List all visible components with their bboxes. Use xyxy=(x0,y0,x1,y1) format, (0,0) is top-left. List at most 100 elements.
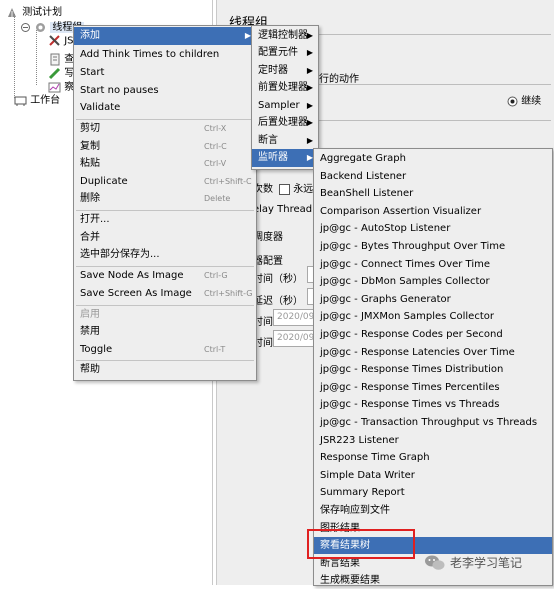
listener-item-label: jp@gc - AutoStop Listener xyxy=(320,223,451,235)
listener-item[interactable]: jp@gc - Response Times vs Threads xyxy=(314,396,552,413)
checkbox-box-icon xyxy=(279,183,290,195)
menu-item-copy[interactable]: 复制 Ctrl-C xyxy=(74,138,256,156)
tree-node-workbench[interactable]: 工作台 xyxy=(14,91,60,107)
menu-item-delete[interactable]: 删除 Delete xyxy=(74,190,256,208)
menu-item-label: Start no pauses xyxy=(80,85,159,96)
submenu-arrow-icon: ▶ xyxy=(306,101,313,110)
listener-item[interactable]: jp@gc - Graphs Generator xyxy=(314,291,552,308)
context-menu: 添加 ▶ Add Think Times to children Start St… xyxy=(73,25,257,381)
menu-item-add[interactable]: 添加 ▶ xyxy=(74,27,256,45)
listener-item[interactable]: jp@gc - DbMon Samples Collector xyxy=(314,273,552,290)
tools-icon xyxy=(49,35,60,46)
menu-item-save-selection-as[interactable]: 选中部分保存为... xyxy=(74,246,256,264)
listener-item[interactable]: 生成概要结果 xyxy=(314,572,552,589)
submenu-item-listener[interactable]: 监听器 ▶ xyxy=(252,149,318,167)
menu-item-open[interactable]: 打开... xyxy=(74,211,256,229)
menu-item-label: 前置处理器 xyxy=(258,82,308,93)
submenu-arrow-icon: ▶ xyxy=(306,83,313,92)
menu-item-validate[interactable]: Validate xyxy=(74,99,256,117)
menu-item-label: 合并 xyxy=(80,232,100,243)
gear-icon xyxy=(36,22,46,32)
listener-item[interactable]: jp@gc - JMXMon Samples Collector xyxy=(314,308,552,325)
submenu-arrow-icon: ▶ xyxy=(306,66,313,75)
listener-item[interactable]: jp@gc - Response Times Percentiles xyxy=(314,379,552,396)
listener-item-label: jp@gc - Graphs Generator xyxy=(320,293,451,305)
submenu-item-post-processor[interactable]: 后置处理器 ▶ xyxy=(252,114,318,132)
continue-radio[interactable]: 继续 xyxy=(507,92,541,107)
submenu-item-logic-controller[interactable]: 逻辑控制器 ▶ xyxy=(252,27,318,45)
menu-item-label: 启用 xyxy=(80,309,100,320)
menu-item-label: 剪切 xyxy=(80,123,100,134)
menu-item-help[interactable]: 帮助 xyxy=(74,361,256,379)
tree-node-test-plan[interactable]: 测试计划 xyxy=(6,3,62,19)
listener-item-label: Simple Data Writer xyxy=(320,469,415,481)
listener-item[interactable]: jp@gc - Response Latencies Over Time xyxy=(314,344,552,361)
menu-item-disable[interactable]: 禁用 xyxy=(74,323,256,341)
watermark-text: 老李学习笔记 xyxy=(450,556,523,570)
listener-item-label: jp@gc - Response Times vs Threads xyxy=(320,399,500,411)
submenu-arrow-icon: ▶ xyxy=(306,118,313,127)
menu-item-save-screen-as-image[interactable]: Save Screen As Image Ctrl+Shift-G xyxy=(74,285,256,303)
menu-item-label: 监听器 xyxy=(258,152,288,163)
annotation-highlight-box xyxy=(307,529,415,559)
menu-item-save-node-as-image[interactable]: Save Node As Image Ctrl-G xyxy=(74,267,256,285)
menu-item-label: 断言 xyxy=(258,135,278,146)
listener-item-label: jp@gc - DbMon Samples Collector xyxy=(320,276,490,288)
listener-item-label: 生成概要结果 xyxy=(320,575,380,587)
listener-item[interactable]: Response Time Graph xyxy=(314,449,552,466)
test-plan-icon xyxy=(8,7,16,17)
wechat-icon xyxy=(425,555,445,570)
listener-item[interactable]: jp@gc - Connect Times Over Time xyxy=(314,256,552,273)
tree-node-child-1[interactable]: JS xyxy=(48,34,73,47)
submenu-item-assertion[interactable]: 断言 ▶ xyxy=(252,132,318,150)
submenu-arrow-icon: ▶ xyxy=(306,31,313,40)
menu-item-label: Save Node As Image xyxy=(80,270,184,281)
menu-item-shortcut: Ctrl-X xyxy=(204,124,227,133)
listener-item[interactable]: Backend Listener xyxy=(314,168,552,185)
listener-item[interactable]: 保存响应到文件 xyxy=(314,502,552,519)
listener-item[interactable]: jp@gc - Bytes Throughput Over Time xyxy=(314,238,552,255)
menu-item-label: 选中部分保存为... xyxy=(80,249,160,260)
menu-item-shortcut: Ctrl-V xyxy=(204,159,227,168)
listener-item-label: 保存响应到文件 xyxy=(320,505,390,516)
menu-item-add-think-times[interactable]: Add Think Times to children xyxy=(74,46,256,64)
menu-item-label: Start xyxy=(80,67,105,78)
menu-item-label: Save Screen As Image xyxy=(80,288,192,299)
menu-item-toggle[interactable]: Toggle Ctrl-T xyxy=(74,341,256,359)
listener-item[interactable]: Summary Report xyxy=(314,484,552,501)
menu-item-label: 配置元件 xyxy=(258,47,298,58)
listener-item-label: Response Time Graph xyxy=(320,452,430,464)
menu-item-shortcut: Ctrl-T xyxy=(204,345,226,354)
collapse-toggle-icon[interactable] xyxy=(20,22,31,33)
menu-item-shortcut: Ctrl-C xyxy=(204,142,227,151)
tree-guide-line xyxy=(14,14,15,98)
menu-item-label: 复制 xyxy=(80,141,100,152)
forever-checkbox[interactable]: 永远 xyxy=(279,180,313,195)
menu-item-cut[interactable]: 剪切 Ctrl-X xyxy=(74,120,256,138)
listener-item[interactable]: JSR223 Listener xyxy=(314,432,552,449)
listener-item[interactable]: Simple Data Writer xyxy=(314,467,552,484)
submenu-item-sampler[interactable]: Sampler ▶ xyxy=(252,97,318,115)
radio-selected-icon xyxy=(507,96,518,106)
listener-item-label: jp@gc - JMXMon Samples Collector xyxy=(320,311,494,323)
listener-item[interactable]: Comparison Assertion Visualizer xyxy=(314,203,552,220)
menu-item-duplicate[interactable]: Duplicate Ctrl+Shift-C xyxy=(74,173,256,191)
menu-item-paste[interactable]: 粘贴 Ctrl-V xyxy=(74,155,256,173)
listener-item[interactable]: jp@gc - Response Times Distribution xyxy=(314,361,552,378)
listener-item-label: jp@gc - Transaction Throughput vs Thread… xyxy=(320,417,538,428)
submenu-item-config-element[interactable]: 配置元件 ▶ xyxy=(252,44,318,62)
listener-item[interactable]: Aggregate Graph xyxy=(314,150,552,167)
listener-item[interactable]: BeanShell Listener xyxy=(314,185,552,202)
menu-item-merge[interactable]: 合并 xyxy=(74,229,256,247)
submenu-item-pre-processor[interactable]: 前置处理器 ▶ xyxy=(252,79,318,97)
menu-item-start-no-pauses[interactable]: Start no pauses xyxy=(74,82,256,100)
listener-item[interactable]: jp@gc - Response Codes per Second xyxy=(314,326,552,343)
submenu-item-timer[interactable]: 定时器 ▶ xyxy=(252,62,318,80)
listener-submenu: Aggregate Graph Backend Listener BeanShell… xyxy=(313,148,553,586)
scheduler-label: 调度器 xyxy=(253,232,283,243)
listener-item[interactable]: jp@gc - AutoStop Listener xyxy=(314,220,552,237)
menu-item-start[interactable]: Start xyxy=(74,64,256,82)
menu-item-label: Toggle xyxy=(80,344,113,355)
listener-item[interactable]: jp@gc - Transaction Throughput vs Thread… xyxy=(314,414,552,431)
startup-delay-label: 延迟（秒） xyxy=(253,296,303,307)
